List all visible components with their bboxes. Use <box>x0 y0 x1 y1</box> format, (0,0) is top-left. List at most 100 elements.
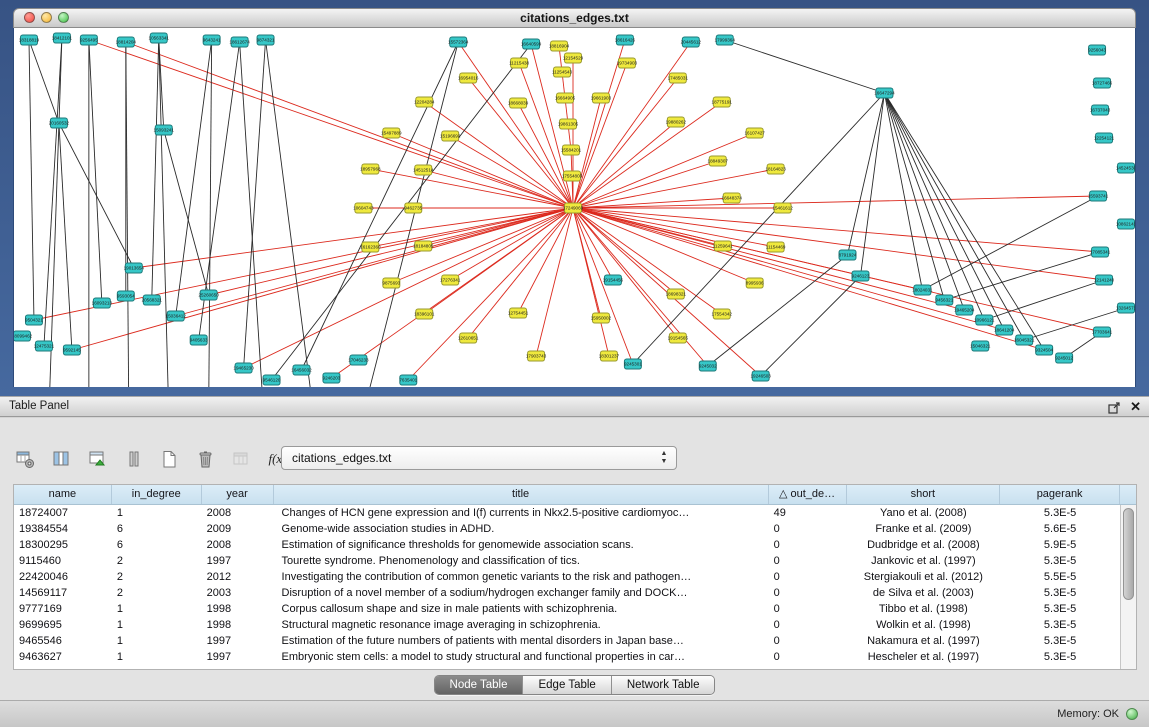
table-cell[interactable]: 1997 <box>202 553 274 569</box>
table-cell[interactable]: 19384554 <box>14 521 112 537</box>
graph-node[interactable]: 15461612 <box>772 203 793 213</box>
graph-node[interactable]: 9643241 <box>203 35 221 45</box>
graph-node[interactable]: 17485031 <box>668 73 689 83</box>
table-cell[interactable]: 9115460 <box>14 553 112 569</box>
graph-node[interactable]: 16664905 <box>555 93 576 103</box>
table-cell[interactable]: 2 <box>112 585 202 601</box>
table-selector-dropdown[interactable]: citations_edges.txt ▲▼ <box>281 446 677 470</box>
table-cell[interactable]: 49 <box>769 505 847 521</box>
graph-node[interactable]: 19154565 <box>668 333 689 343</box>
graph-node[interactable]: 17703641 <box>1092 327 1113 337</box>
table-cell[interactable]: 2 <box>112 569 202 585</box>
graph-node[interactable]: 9456321 <box>935 295 953 305</box>
table-cell[interactable]: Genome-wide association studies in ADHD. <box>274 521 769 537</box>
graph-node[interactable]: 12754451 <box>508 308 529 318</box>
table-cell[interactable]: 9699695 <box>14 617 112 633</box>
table-cell[interactable]: 14569117 <box>14 585 112 601</box>
column-header-title[interactable]: title <box>274 485 769 504</box>
graph-node[interactable]: 9245032 <box>699 361 717 371</box>
table-row[interactable]: 969969511998Structural magnetic resonanc… <box>14 617 1120 633</box>
graph-node[interactable]: 18301237 <box>599 351 620 361</box>
graph-node[interactable]: 8791924 <box>839 250 857 260</box>
graph-node[interactable]: 17249069 <box>563 203 584 213</box>
graph-node[interactable]: 18612674 <box>229 37 250 47</box>
table-row[interactable]: 1938455462009Genome-wide association stu… <box>14 521 1120 537</box>
graph-node[interactable]: 18318819 <box>19 35 40 45</box>
graph-node[interactable]: 10604743 <box>353 203 374 213</box>
table-cell[interactable]: 9777169 <box>14 601 112 617</box>
show-columns-button[interactable] <box>48 447 75 472</box>
graph-node[interactable]: 9504321 <box>25 315 43 325</box>
graph-node[interactable]: 18816904 <box>549 41 570 51</box>
tab-edge-table[interactable]: Edge Table <box>523 676 611 694</box>
graph-node[interactable]: 15593741 <box>1088 191 1109 201</box>
graph-node[interactable]: 19661903 <box>591 93 612 103</box>
graph-node[interactable]: 9246203 <box>323 373 341 383</box>
table-cell[interactable]: Dudbridge et al. (2008) <box>847 537 1001 553</box>
graph-node[interactable]: 9324504 <box>1035 345 1053 355</box>
table-cell[interactable]: 5.3E-5 <box>1000 633 1120 649</box>
graph-node[interactable]: 10563341 <box>149 33 170 43</box>
table-cell[interactable]: 9463627 <box>14 649 112 665</box>
table-cell[interactable]: 6 <box>112 521 202 537</box>
graph-node[interactable]: 11254543 <box>552 67 572 77</box>
close-window-button[interactable] <box>24 12 35 23</box>
graph-node[interactable]: 17046233 <box>348 355 369 365</box>
table-cell[interactable]: 2009 <box>202 521 274 537</box>
table-cell[interactable]: 1998 <box>202 617 274 633</box>
table-row[interactable]: 2242004622012Investigating the contribut… <box>14 569 1120 585</box>
graph-node[interactable]: 10966121 <box>974 315 995 325</box>
graph-node[interactable]: 15093241 <box>154 125 175 135</box>
table-cell[interactable]: 1998 <box>202 601 274 617</box>
graph-node[interactable]: 15950002 <box>591 313 612 323</box>
table-cell[interactable]: Estimation of significance thresholds fo… <box>274 537 769 553</box>
graph-node[interactable]: 18849307 <box>708 156 729 166</box>
table-cell[interactable]: 5.3E-5 <box>1000 505 1120 521</box>
table-cell[interactable]: 22420046 <box>14 569 112 585</box>
table-row[interactable]: 1456911722003Disruption of a novel membe… <box>14 585 1120 601</box>
graph-node[interactable]: 19734903 <box>617 58 638 68</box>
graph-node[interactable]: 9462735 <box>404 203 422 213</box>
table-cell[interactable]: de Silva et al. (2003) <box>847 585 1001 601</box>
column-header-year[interactable]: year <box>202 485 274 504</box>
column-header-short[interactable]: short <box>847 485 1001 504</box>
graph-node[interactable]: 9256043 <box>1088 45 1106 55</box>
table-cell[interactable]: 2008 <box>202 505 274 521</box>
table-cell[interactable]: 5.3E-5 <box>1000 601 1120 617</box>
graph-node[interactable]: 13264571 <box>1116 303 1135 313</box>
vertical-scrollbar[interactable] <box>1120 505 1136 669</box>
graph-node[interactable]: 15497889 <box>381 128 402 138</box>
graph-node[interactable]: 16737043 <box>1090 105 1111 115</box>
table-cell[interactable]: 1 <box>112 617 202 633</box>
graph-node[interactable]: 18814204 <box>116 37 137 47</box>
table-row[interactable]: 977716911998Corpus callosum shape and si… <box>14 601 1120 617</box>
graph-node[interactable]: 15046321 <box>970 341 991 351</box>
table-cell[interactable]: 0 <box>769 553 847 569</box>
graph-node[interactable]: 9592145 <box>63 345 81 355</box>
scrollbar-thumb[interactable] <box>1123 508 1134 600</box>
graph-node[interactable]: 20445612 <box>681 37 702 47</box>
table-cell[interactable]: Tourette syndrome. Phenomenology and cla… <box>274 553 769 569</box>
graph-node[interactable]: 18727466 <box>1092 78 1113 88</box>
table-cell[interactable]: Hescheler et al. (1997) <box>847 649 1001 665</box>
graph-node[interactable]: 18698321 <box>666 289 687 299</box>
graph-node[interactable]: 9245301 <box>624 359 642 369</box>
table-cell[interactable]: 1 <box>112 505 202 521</box>
graph-node[interactable]: 12610651 <box>458 333 479 343</box>
graph-node[interactable]: 19465204 <box>954 305 975 315</box>
tab-network-table[interactable]: Network Table <box>612 676 715 694</box>
table-cell[interactable]: 0 <box>769 633 847 649</box>
select-all-columns-button[interactable] <box>84 447 111 472</box>
graph-node[interactable]: 16045321 <box>1014 335 1035 345</box>
new-table-button[interactable] <box>156 447 183 472</box>
minimize-window-button[interactable] <box>41 12 52 23</box>
graph-node[interactable]: 25260650 <box>198 290 219 300</box>
graph-node[interactable]: 18668039 <box>508 98 529 108</box>
table-cell[interactable]: 0 <box>769 569 847 585</box>
graph-node[interactable]: 14524530 <box>1116 163 1135 173</box>
graph-node[interactable]: 15036412 <box>166 311 187 321</box>
zoom-window-button[interactable] <box>58 12 69 23</box>
graph-node[interactable]: 12475321 <box>34 341 55 351</box>
graph-node[interactable]: 16107427 <box>745 128 766 138</box>
table-cell[interactable]: 0 <box>769 585 847 601</box>
